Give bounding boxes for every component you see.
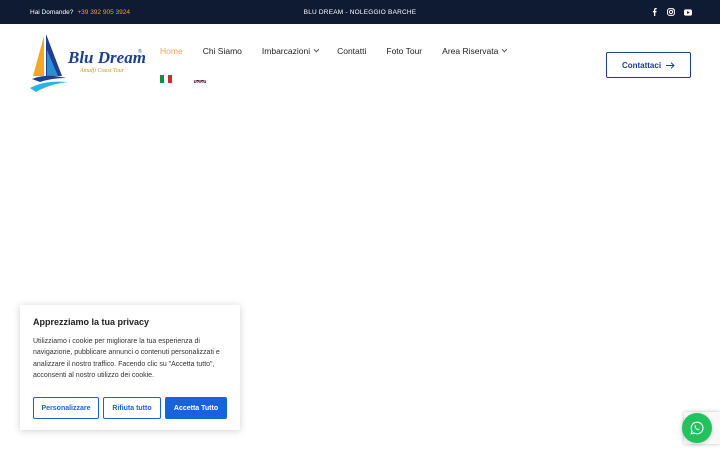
contattaci-label: Contattaci <box>621 60 662 70</box>
site-logo[interactable]: Blu Dream ® Amalfi Coast Tour <box>30 32 148 94</box>
customize-button[interactable]: Personalizzare <box>33 397 99 419</box>
chevron-down-icon <box>313 46 320 53</box>
nav-item-imbarcazioni[interactable]: Imbarcazioni <box>262 46 320 56</box>
nav-item-home[interactable]: Home <box>160 46 183 56</box>
logo-brand-text: Blu Dream <box>68 48 146 67</box>
nav-item-contatti[interactable]: Contatti <box>337 46 366 56</box>
cookie-title: Apprezziamo la tua privacy <box>33 317 150 327</box>
nav-item-chi-siamo[interactable]: Chi Siamo <box>203 46 242 56</box>
facebook-icon[interactable] <box>650 8 658 16</box>
cookie-buttons: Personalizzare Rifiuta tutto Accetta Tut… <box>33 397 227 419</box>
youtube-icon[interactable] <box>684 8 692 16</box>
main-nav: Home Chi Siamo Imbarcazioni Contatti Fot… <box>160 44 525 58</box>
arrow-right-icon <box>666 61 675 69</box>
nav-item-area-riservata[interactable]: Area Riservata <box>442 46 508 56</box>
nav-item-foto-tour[interactable]: Foto Tour <box>386 46 422 56</box>
top-bar: Hai Domande? +39 392 905 3924 BLU DREAM … <box>0 0 720 24</box>
contattaci-button[interactable]: Contattaci <box>606 52 691 78</box>
registered-mark: ® <box>138 49 142 55</box>
cookie-text: Utilizziamo i cookie per migliorare la t… <box>33 338 220 379</box>
whatsapp-icon <box>690 421 704 435</box>
instagram-icon[interactable] <box>667 8 675 16</box>
topbar-title: BLU DREAM - NOLEGGIO BARCHE <box>303 8 417 16</box>
accept-all-button[interactable]: Accetta Tutto <box>165 397 227 419</box>
italian-flag-icon[interactable] <box>160 75 172 83</box>
whatsapp-button[interactable] <box>682 413 712 443</box>
reject-all-button[interactable]: Rifiuta tutto <box>103 397 161 419</box>
english-flag-icon[interactable] <box>194 75 206 83</box>
cookie-consent-banner: Apprezziamo la tua privacy Utilizziamo i… <box>20 305 240 430</box>
social-links <box>650 0 692 24</box>
language-switcher <box>160 75 206 83</box>
chevron-down-icon <box>501 46 508 53</box>
logo-tagline: Amalfi Coast Tour <box>80 68 125 74</box>
